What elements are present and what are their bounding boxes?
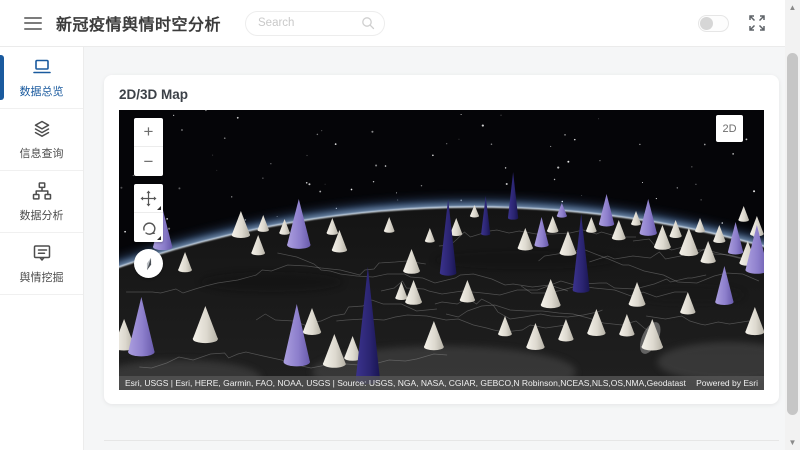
fullscreen-icon[interactable] xyxy=(747,13,767,33)
rotate-tool-button[interactable] xyxy=(134,213,163,242)
sidebar-item-label: 数据分析 xyxy=(20,207,64,223)
sidebar-item-opinion-mining[interactable]: 舆情挖掘 xyxy=(0,233,83,295)
card-title: 2D/3D Map xyxy=(119,87,764,102)
theme-toggle[interactable] xyxy=(698,15,729,32)
hamburger-menu-icon[interactable] xyxy=(24,17,42,30)
content-container: 数据总览 信息查询 数据分析 xyxy=(0,47,785,450)
zoom-panel: + − xyxy=(134,118,163,176)
toggle-knob xyxy=(700,17,713,30)
org-chart-icon xyxy=(31,180,53,202)
view-2d-toggle-button[interactable]: 2D xyxy=(716,115,743,142)
pan-tool-button[interactable] xyxy=(134,184,163,213)
search-input[interactable] xyxy=(258,17,361,29)
navigation-panel xyxy=(134,184,163,242)
layers-icon xyxy=(31,118,53,140)
compass-needle-icon xyxy=(141,256,157,272)
attribution-text: Esri, USGS | Esri, HERE, Garmin, FAO, NO… xyxy=(125,378,686,388)
sidebar-item-data-overview[interactable]: 数据总览 xyxy=(0,47,83,109)
sidebar-item-label: 数据总览 xyxy=(20,83,64,99)
comment-icon xyxy=(31,242,53,264)
map-attribution-bar: Esri, USGS | Esri, HERE, Garmin, FAO, NO… xyxy=(119,376,764,390)
flyout-corner-icon xyxy=(157,206,161,210)
search-icon xyxy=(361,16,375,30)
flyout-corner-icon xyxy=(157,236,161,240)
scroll-down-arrow-icon[interactable]: ▼ xyxy=(785,435,800,450)
scrollbar-thumb[interactable] xyxy=(787,53,798,415)
app-root: ▲ ▼ 新冠疫情舆情时空分析 xyxy=(0,0,800,450)
zoom-out-button[interactable]: − xyxy=(134,147,163,176)
globe-map-3d[interactable]: + − xyxy=(119,110,764,390)
sidebar-item-info-query[interactable]: 信息查询 xyxy=(0,109,83,171)
page-title: 新冠疫情舆情时空分析 xyxy=(56,11,221,35)
sidebar-item-label: 舆情挖掘 xyxy=(20,269,64,285)
powered-by-esri-link[interactable]: Powered by Esri xyxy=(696,378,758,388)
scroll-up-arrow-icon[interactable]: ▲ xyxy=(785,0,800,15)
sidebar-item-label: 信息查询 xyxy=(20,145,64,161)
search-box[interactable] xyxy=(245,11,385,36)
section-divider xyxy=(104,440,779,441)
vertical-scrollbar[interactable]: ▲ ▼ xyxy=(785,0,800,450)
sidebar-item-data-analysis[interactable]: 数据分析 xyxy=(0,171,83,233)
sidebar: 数据总览 信息查询 数据分析 xyxy=(0,47,84,450)
map-scene xyxy=(119,110,764,390)
zoom-in-button[interactable]: + xyxy=(134,118,163,147)
pan-icon xyxy=(140,190,157,207)
header: 新冠疫情舆情时空分析 xyxy=(0,0,785,47)
rotate-icon xyxy=(141,220,157,236)
map-card: 2D/3D Map + − xyxy=(104,75,779,404)
compass-button[interactable] xyxy=(134,249,163,278)
main-content: 2D/3D Map + − xyxy=(84,47,785,450)
active-indicator-bar xyxy=(0,55,4,100)
laptop-icon xyxy=(31,56,53,78)
